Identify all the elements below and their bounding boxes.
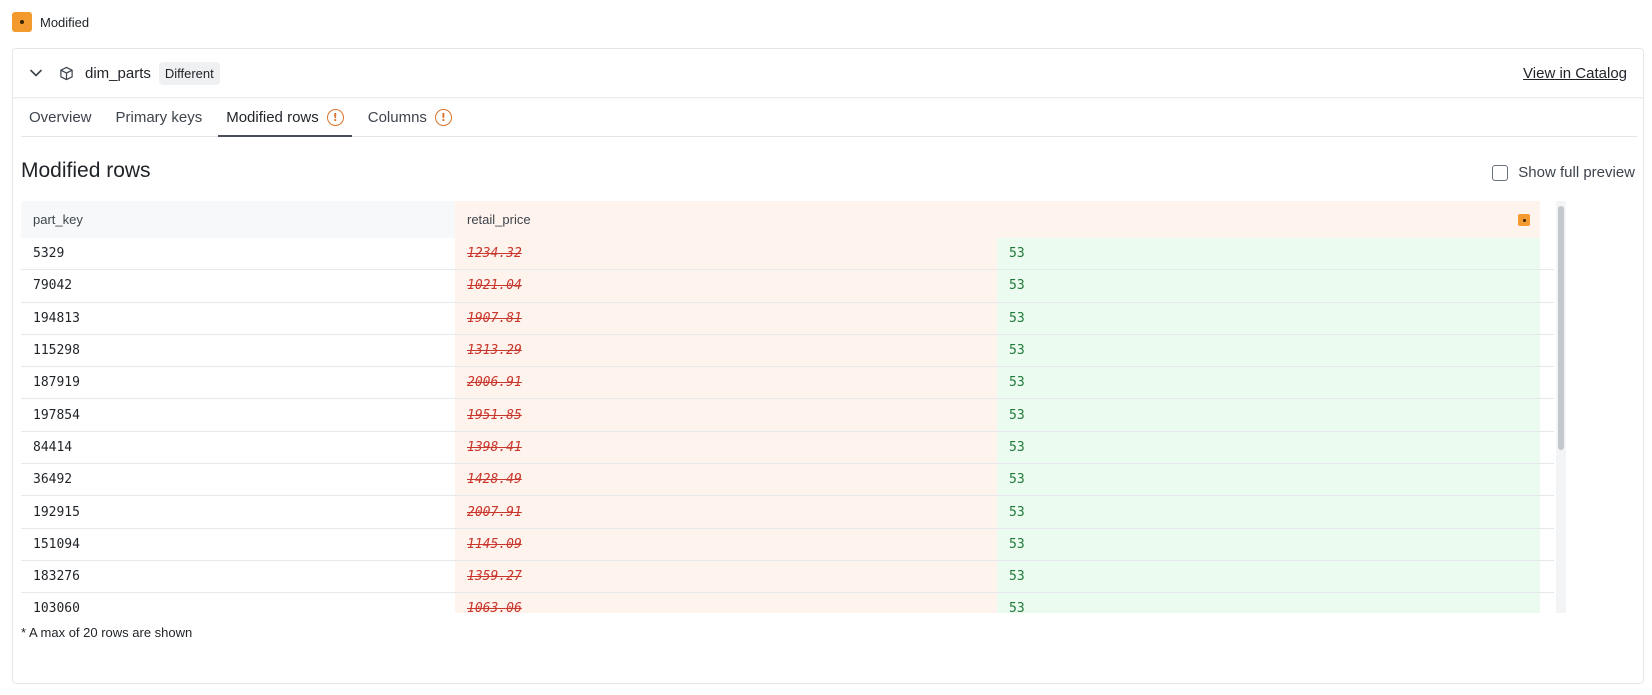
old-value-cell: 1313.29 bbox=[455, 334, 997, 367]
show-full-preview-toggle[interactable]: Show full preview bbox=[1492, 164, 1635, 181]
tab-label: Overview bbox=[29, 108, 92, 126]
part-key-cell: 194813 bbox=[21, 302, 455, 334]
new-value-cell: 53 bbox=[997, 238, 1540, 270]
old-value-cell: 1951.85 bbox=[455, 399, 997, 431]
tab-label: Modified rows bbox=[226, 108, 319, 126]
tab-label: Columns bbox=[367, 108, 427, 126]
table-row: 115298 1313.29 53 bbox=[21, 334, 1554, 368]
tab-primary-keys[interactable]: Primary keys bbox=[108, 98, 211, 136]
part-key-cell: 183276 bbox=[21, 560, 455, 593]
old-value-cell: 1234.32 bbox=[455, 238, 997, 270]
table-row: 192915 2007.91 53 bbox=[21, 496, 1554, 529]
new-value-cell: 53 bbox=[997, 560, 1540, 593]
show-full-preview-checkbox[interactable] bbox=[1492, 164, 1509, 181]
new-value-cell: 53 bbox=[997, 399, 1540, 431]
chevron-down-icon[interactable] bbox=[27, 64, 45, 82]
row-limit-note: * A max of 20 rows are shown bbox=[21, 625, 193, 640]
diff-status-badge: Different bbox=[158, 61, 220, 85]
old-value-cell: 1907.81 bbox=[455, 302, 997, 334]
old-value-cell: 1428.49 bbox=[455, 464, 997, 496]
table-row: 187919 2006.91 53 bbox=[21, 367, 1554, 400]
old-value-cell: 2007.91 bbox=[455, 496, 997, 528]
tab-bar: Overview Primary keys Modified rows! Column… bbox=[21, 99, 1637, 137]
card-header: dim_parts Different View in Catalog bbox=[13, 49, 1643, 98]
top-status-bar: Modified bbox=[12, 11, 89, 33]
new-value-cell: 53 bbox=[997, 496, 1540, 528]
new-value-cell: 53 bbox=[997, 334, 1540, 367]
table-row: 84414 1398.41 53 bbox=[21, 431, 1554, 465]
table-row: 103060 1063.06 53 bbox=[21, 593, 1554, 613]
part-key-cell: 187919 bbox=[21, 367, 455, 399]
part-key-cell: 36492 bbox=[21, 464, 455, 496]
tab-overview[interactable]: Overview bbox=[21, 98, 100, 136]
table-body: 5329 1234.32 53 79042 1021.04 53 194813 1907.81… bbox=[21, 238, 1554, 613]
new-value-cell: 53 bbox=[997, 431, 1540, 464]
model-name: dim_parts bbox=[85, 64, 151, 82]
new-value-cell: 53 bbox=[997, 593, 1540, 613]
model-diff-card: dim_parts Different View in Catalog Over… bbox=[12, 48, 1644, 684]
new-value-cell: 53 bbox=[997, 528, 1540, 560]
part-key-cell: 197854 bbox=[21, 399, 455, 431]
old-value-cell: 2006.91 bbox=[455, 367, 997, 399]
part-key-cell: 115298 bbox=[21, 334, 455, 367]
tab-columns[interactable]: Columns! bbox=[360, 98, 460, 136]
part-key-cell: 79042 bbox=[21, 270, 455, 302]
status-label: Modified bbox=[40, 14, 90, 30]
column-header-label: retail_price bbox=[467, 212, 531, 227]
old-value-cell: 1063.06 bbox=[455, 593, 997, 613]
table-row: 5329 1234.32 53 bbox=[21, 238, 1554, 271]
part-key-cell: 192915 bbox=[21, 496, 455, 528]
old-value-cell: 1359.27 bbox=[455, 560, 997, 593]
table-row: 151094 1145.09 53 bbox=[21, 528, 1554, 561]
scrollbar-thumb[interactable] bbox=[1558, 206, 1564, 450]
show-full-preview-label: Show full preview bbox=[1518, 164, 1635, 181]
cube-icon bbox=[57, 64, 75, 82]
old-value-cell: 1021.04 bbox=[455, 270, 997, 302]
section-title: Modified rows bbox=[21, 159, 151, 182]
tab-modified-rows[interactable]: Modified rows! bbox=[218, 98, 352, 137]
column-header-part-key[interactable]: part_key bbox=[21, 201, 455, 238]
new-value-cell: 53 bbox=[997, 270, 1540, 302]
column-header-retail-price[interactable]: retail_price bbox=[455, 201, 1540, 238]
table-scrollbar[interactable] bbox=[1556, 201, 1566, 613]
part-key-cell: 103060 bbox=[21, 593, 455, 613]
part-key-cell: 84414 bbox=[21, 431, 455, 464]
warning-icon: ! bbox=[326, 108, 344, 126]
modified-column-icon bbox=[1518, 213, 1530, 226]
new-value-cell: 53 bbox=[997, 464, 1540, 496]
table-row: 197854 1951.85 53 bbox=[21, 399, 1554, 432]
table-header: part_key retail_price bbox=[21, 201, 1554, 238]
modified-rows-table: part_key retail_price 5329 1234.32 53 79042… bbox=[21, 201, 1554, 613]
warning-icon: ! bbox=[434, 108, 452, 126]
table-row: 79042 1021.04 53 bbox=[21, 270, 1554, 303]
new-value-cell: 53 bbox=[997, 367, 1540, 399]
part-key-cell: 5329 bbox=[21, 238, 455, 270]
tab-label: Primary keys bbox=[115, 108, 203, 126]
old-value-cell: 1398.41 bbox=[455, 431, 997, 464]
table-row: 194813 1907.81 53 bbox=[21, 302, 1554, 335]
table-row: 183276 1359.27 53 bbox=[21, 560, 1554, 594]
new-value-cell: 53 bbox=[997, 302, 1540, 334]
table-row: 36492 1428.49 53 bbox=[21, 464, 1554, 497]
modified-status-icon bbox=[12, 12, 32, 32]
old-value-cell: 1145.09 bbox=[455, 528, 997, 560]
view-in-catalog-link[interactable]: View in Catalog bbox=[1523, 65, 1627, 82]
part-key-cell: 151094 bbox=[21, 528, 455, 560]
